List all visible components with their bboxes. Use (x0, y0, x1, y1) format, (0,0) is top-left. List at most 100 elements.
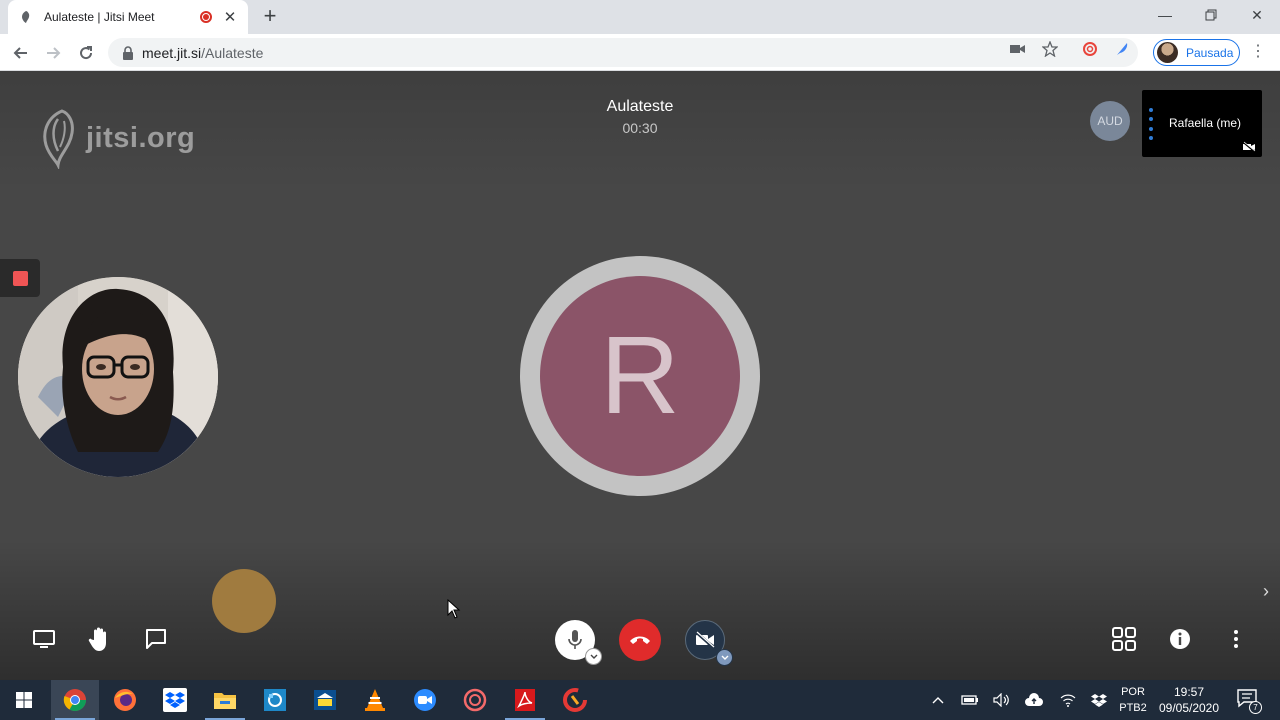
acrobat-icon (515, 689, 535, 711)
jitsi-watermark[interactable]: jitsi.org (36, 107, 195, 169)
vlc-icon (365, 689, 385, 711)
meeting-stage: jitsi.org Aulateste 00:30 AUD Rafaella (… (0, 71, 1280, 680)
local-video-thumbnail[interactable]: Rafaella (me) (1142, 90, 1262, 157)
avatar-initial: R (600, 314, 680, 437)
microphone-icon (568, 630, 582, 649)
taskbar-vlc[interactable] (351, 680, 399, 720)
profile-avatar (1157, 42, 1178, 63)
microphone-button[interactable] (555, 620, 602, 665)
tile-view-button[interactable] (1108, 623, 1140, 655)
filmstrip-toggle-chevron-icon[interactable]: › (1258, 581, 1274, 601)
windows-start-button[interactable] (0, 680, 48, 720)
forward-button[interactable] (40, 40, 66, 66)
tab-close-icon[interactable]: ✕ (222, 8, 238, 26)
camera-app-icon (463, 688, 487, 712)
ccleaner-icon (563, 688, 587, 712)
restore-window-button[interactable] (1188, 0, 1234, 30)
tab-recording-indicator-icon (200, 11, 212, 23)
taskbar-spiral-app[interactable] (451, 680, 499, 720)
audio-settings-chevron-icon[interactable] (585, 648, 602, 665)
raise-hand-button[interactable] (84, 623, 116, 655)
lock-icon (120, 45, 136, 61)
profile-status-label: Pausada (1186, 45, 1234, 60)
dominant-speaker-avatar: R (540, 276, 740, 476)
input-language-indicator[interactable]: POR PTB2 (1118, 684, 1148, 716)
url-host: meet.jit.si (142, 44, 202, 61)
show-hidden-icons-chevron-icon[interactable] (928, 690, 948, 710)
meeting-title: Aulateste (606, 98, 674, 115)
taskbar-acrobat[interactable] (501, 680, 549, 720)
close-window-button[interactable]: ✕ (1234, 0, 1280, 30)
windows-start-icon (16, 692, 32, 708)
minimize-window-button[interactable]: — (1142, 0, 1188, 30)
windows-taskbar: POR PTB2 19:57 09/05/2020 7 (0, 680, 1280, 720)
participant-video-frame (18, 277, 218, 477)
url-path: /Aulateste (201, 44, 264, 61)
notification-count: 7 (1249, 701, 1262, 714)
dropbox-tray-icon[interactable] (1089, 690, 1109, 710)
screen-share-icon (33, 630, 55, 648)
taskbar-network-app[interactable] (251, 680, 299, 720)
file-explorer-icon (214, 693, 236, 709)
taskbar-clock[interactable]: 19:57 09/05/2020 (1152, 684, 1226, 716)
extension-feather-icon[interactable] (1113, 40, 1131, 58)
volume-icon[interactable] (992, 690, 1012, 710)
hangup-icon (630, 636, 650, 644)
taskbar-zoom[interactable] (401, 680, 449, 720)
language-code: POR (1121, 686, 1145, 698)
chat-button[interactable] (140, 623, 172, 655)
jitsi-logo-icon (43, 109, 74, 169)
tile-view-icon (1112, 627, 1136, 651)
zoom-icon (414, 689, 436, 711)
back-arrow-icon (13, 47, 27, 59)
taskbar-chrome[interactable] (51, 680, 99, 720)
browser-menu-icon[interactable]: ⋮ (1250, 43, 1266, 63)
meeting-subject: Aulateste 00:30 (490, 98, 790, 136)
cloud-upload-icon[interactable] (1024, 690, 1044, 710)
taskbar-file-explorer[interactable] (201, 680, 249, 720)
wifi-icon[interactable] (1058, 690, 1078, 710)
chrome-icon (63, 689, 86, 711)
restore-icon (1205, 9, 1217, 21)
clock-time: 19:57 (1173, 685, 1205, 699)
battery-icon[interactable] (960, 690, 980, 710)
profile-button[interactable]: Pausada (1153, 39, 1240, 66)
new-tab-button[interactable]: + (258, 5, 282, 29)
browser-tab[interactable]: Aulateste | Jitsi Meet ✕ (8, 0, 248, 34)
audio-only-badge: AUD (1090, 101, 1130, 141)
camera-muted-icon (1242, 141, 1256, 153)
browser-toolbar: meet.jit.si /Aulateste Pausada ⋮ (0, 34, 1280, 71)
bank-app-icon (314, 690, 336, 710)
mouse-cursor-icon (447, 599, 461, 619)
raise-hand-icon (88, 627, 106, 651)
clock-date: 09/05/2020 (1158, 701, 1220, 715)
info-button[interactable] (1164, 623, 1196, 655)
reload-button[interactable] (73, 40, 99, 66)
dropbox-icon (163, 688, 187, 712)
taskbar-ccleaner[interactable] (551, 680, 599, 720)
more-options-button[interactable] (1220, 623, 1252, 655)
camera-off-icon (695, 631, 715, 649)
taskbar-dropbox[interactable] (151, 680, 199, 720)
taskbar-firefox[interactable] (101, 680, 149, 720)
more-options-icon (1234, 630, 1238, 648)
back-button[interactable] (8, 40, 34, 66)
tab-title: Aulateste | Jitsi Meet (44, 10, 155, 24)
extension-spiral-icon[interactable] (1081, 40, 1099, 58)
address-bar[interactable]: meet.jit.si /Aulateste (108, 38, 1138, 67)
hangup-button[interactable] (619, 619, 661, 661)
taskbar-bank-app[interactable] (301, 680, 349, 720)
camera-in-use-icon[interactable] (1009, 40, 1027, 58)
watermark-text: jitsi.org (86, 121, 196, 154)
recording-indicator[interactable] (0, 259, 40, 297)
bookmark-star-icon[interactable] (1041, 40, 1059, 58)
video-settings-chevron-icon[interactable] (716, 649, 733, 666)
action-center-button[interactable]: 7 (1236, 688, 1262, 714)
firefox-icon (114, 689, 136, 711)
network-app-icon (264, 689, 286, 711)
camera-toggle-button[interactable] (685, 620, 733, 666)
record-stop-icon (12, 270, 28, 286)
screen-share-button[interactable] (28, 623, 60, 655)
keyboard-layout: PTB2 (1119, 702, 1147, 714)
participant-camera-video (18, 277, 218, 477)
